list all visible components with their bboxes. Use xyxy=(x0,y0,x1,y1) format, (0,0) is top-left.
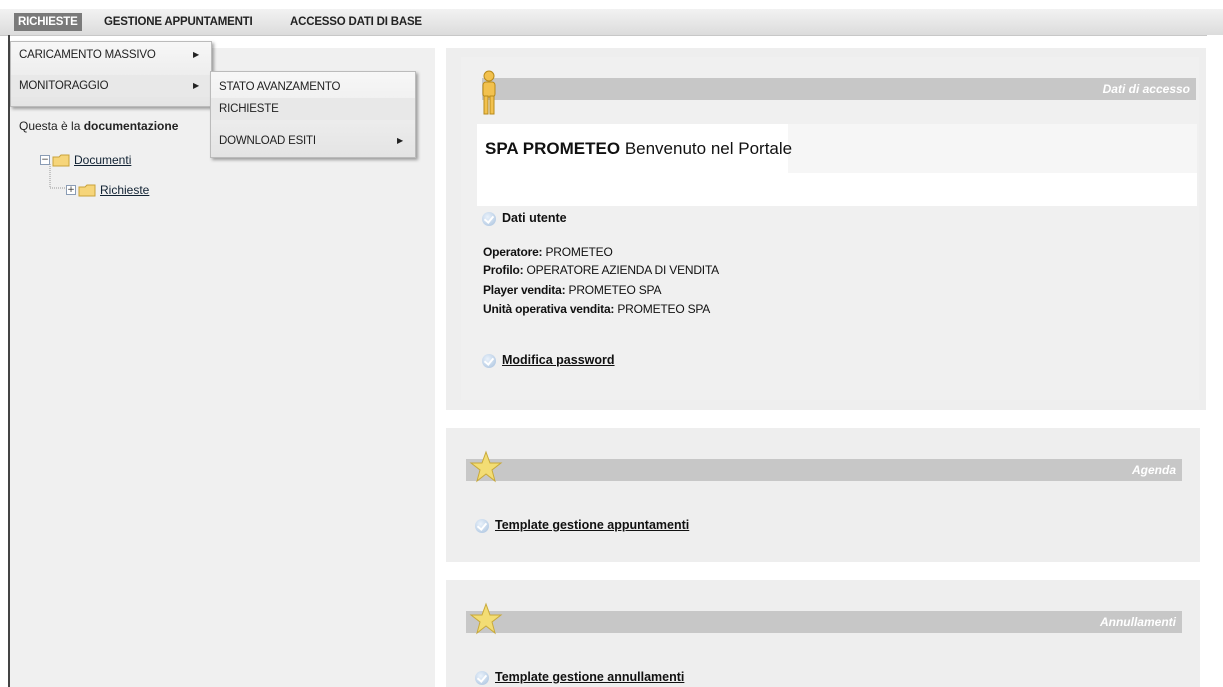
check-icon xyxy=(482,211,496,226)
agenda-panel xyxy=(446,428,1200,562)
field-value: PROMETEO xyxy=(545,245,613,259)
check-icon xyxy=(475,670,489,685)
user-data-heading: Dati utente xyxy=(482,211,567,226)
field-player-vendita: Player vendita: PROMETEO SPA xyxy=(483,283,661,297)
access-panel-inner xyxy=(461,57,1199,400)
menu-item-caricamento-massivo[interactable]: CARICAMENTO MASSIVO ▶ xyxy=(11,44,211,66)
menu-gestione-appuntamenti[interactable]: GESTIONE APPUNTAMENTI xyxy=(100,13,257,31)
folder-icon xyxy=(78,184,96,196)
menu-item-download-esiti[interactable]: DOWNLOAD ESITI ▶ xyxy=(211,130,415,152)
submenu-arrow-icon: ▶ xyxy=(193,81,199,90)
check-icon xyxy=(482,353,496,368)
tree-connector xyxy=(49,164,67,189)
menu-item-label: DOWNLOAD ESITI xyxy=(219,135,316,147)
template-annullamenti-link[interactable]: Template gestione annullamenti xyxy=(495,670,684,684)
star-icon xyxy=(469,602,503,635)
annullamenti-link-row: Template gestione annullamenti xyxy=(475,670,684,685)
check-icon xyxy=(475,518,489,533)
agenda-link-row: Template gestione appuntamenti xyxy=(475,518,689,533)
welcome-message: Benvenuto nel Portale xyxy=(624,139,793,158)
welcome-box xyxy=(477,124,1197,206)
page-right-margin xyxy=(1207,35,1223,687)
field-profilo: Profilo: OPERATORE AZIENDA DI VENDITA xyxy=(483,263,719,277)
field-label: Player vendita: xyxy=(483,283,566,297)
field-label: Operatore: xyxy=(483,245,543,259)
intro-prefix: Questa è la xyxy=(19,119,84,133)
documentation-intro: Questa è la documentazione xyxy=(19,119,178,133)
field-value: PROMETEO SPA xyxy=(617,302,711,316)
company-name: SPA PROMETEO xyxy=(485,139,621,158)
tree-link-documenti[interactable]: Documenti xyxy=(74,153,131,167)
annullamenti-header-bar: Annullamenti xyxy=(466,611,1182,633)
field-label: Profilo: xyxy=(483,263,524,277)
tree-item-richieste[interactable]: + Richieste xyxy=(66,183,149,197)
intro-bold: documentazione xyxy=(83,119,179,133)
menu-item-stato-avanzamento[interactable]: STATO AVANZAMENTO xyxy=(211,76,415,98)
monitoraggio-submenu: STATO AVANZAMENTO RICHIESTE DOWNLOAD ESI… xyxy=(210,71,416,158)
field-operatore: Operatore: PROMETEO xyxy=(483,245,613,259)
modify-password-link[interactable]: Modifica password xyxy=(502,353,615,367)
menu-item-label: MONITORAGGIO xyxy=(19,80,109,92)
agenda-title: Agenda xyxy=(1131,463,1176,477)
annullamenti-title: Annullamenti xyxy=(1099,615,1176,629)
user-data-label: Dati utente xyxy=(502,211,567,225)
submenu-arrow-icon: ▶ xyxy=(193,50,199,59)
field-unita-operativa: Unità operativa vendita: PROMETEO SPA xyxy=(483,302,710,316)
access-title: Dati di accesso xyxy=(1102,82,1190,96)
welcome-box-inner xyxy=(788,124,1197,173)
access-header-bar: Dati di accesso xyxy=(482,78,1196,100)
richieste-dropdown: CARICAMENTO MASSIVO ▶ MONITORAGGIO ▶ xyxy=(10,41,212,107)
field-value: PROMETEO SPA xyxy=(568,283,662,297)
menu-item-label: RICHIESTE xyxy=(219,103,279,115)
menu-item-monitoraggio[interactable]: MONITORAGGIO ▶ xyxy=(11,75,211,97)
agenda-header-bar: Agenda xyxy=(466,459,1182,481)
tree-link-richieste[interactable]: Richieste xyxy=(100,183,149,197)
welcome-text: SPA PROMETEO Benvenuto nel Portale xyxy=(485,139,792,159)
submenu-arrow-icon: ▶ xyxy=(397,136,403,145)
menu-item-label: CARICAMENTO MASSIVO xyxy=(19,49,156,61)
menu-item-label: STATO AVANZAMENTO xyxy=(219,81,341,93)
menu-accesso-dati-di-base[interactable]: ACCESSO DATI DI BASE xyxy=(286,13,426,31)
field-label: Unità operativa vendita: xyxy=(483,302,615,316)
star-icon xyxy=(469,450,503,483)
user-icon xyxy=(482,70,496,115)
top-menu-bar: RICHIESTE GESTIONE APPUNTAMENTI ACCESSO … xyxy=(0,9,1223,36)
field-value: OPERATORE AZIENDA DI VENDITA xyxy=(526,263,720,277)
template-appuntamenti-link[interactable]: Template gestione appuntamenti xyxy=(495,518,689,532)
menu-richieste[interactable]: RICHIESTE xyxy=(14,13,82,31)
menu-item-richieste[interactable]: RICHIESTE xyxy=(211,98,415,120)
modify-password: Modifica password xyxy=(482,353,615,368)
